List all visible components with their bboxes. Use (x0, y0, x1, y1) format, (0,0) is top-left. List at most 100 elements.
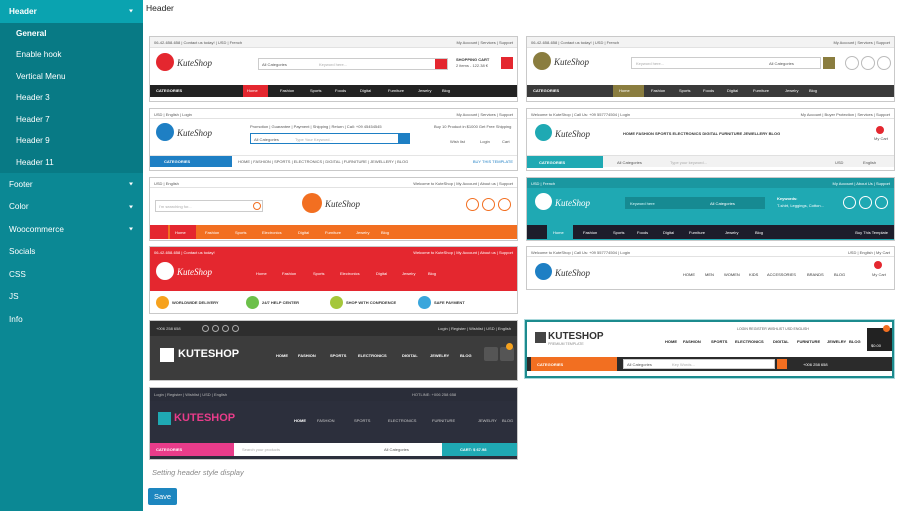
search-icon (484, 347, 498, 361)
cart-count-badge (874, 261, 882, 269)
nav-item: Fashion (205, 230, 220, 235)
nav-item: ACCESSORIES (767, 272, 796, 277)
sidebar-item-js[interactable]: JS (0, 286, 143, 309)
nav-item: Furniture (325, 230, 342, 235)
sidebar-subitem-header-3[interactable]: Header 3 (0, 87, 143, 109)
nav-item: BRANDS (807, 272, 824, 277)
search-box[interactable]: I'm searching for... (155, 200, 263, 212)
topbar-text: Welcome to KuteShop | Call Us: +09 55777… (531, 112, 631, 117)
cart-logo-icon (156, 262, 174, 280)
cart-logo-icon (156, 53, 174, 71)
header-style-option-4[interactable]: Welcome to KuteShop | Call Us: +09 55777… (526, 108, 895, 171)
app: Header General Enable hook Vertical Menu… (0, 0, 900, 511)
cart-logo-icon (156, 123, 174, 141)
nav-categories: CATEGORIES (156, 88, 183, 93)
header-style-option-9[interactable]: +006 258 658 Login | Register | Wishlist… (149, 320, 518, 381)
compare-icon (877, 56, 891, 70)
topbar: Welcome to KuteShop | Call Us: +09 55777… (527, 109, 894, 119)
sidebar-item-label: CSS (9, 269, 26, 279)
tagline: PREMIUM TEMPLATE (548, 342, 584, 346)
topbar-text: Welcome to KuteShop | Call Us: +09 55777… (531, 250, 631, 255)
header-style-option-5[interactable]: USD | English Welcome to KuteShop | My A… (149, 177, 518, 241)
my-cart-link: My Cart (872, 272, 886, 277)
sidebar-item-label: Header 7 (16, 114, 50, 124)
nav-item: Fashion (583, 230, 598, 235)
cart-label: SHOPPING CART (456, 57, 490, 62)
sidebar-subitem-general[interactable]: General (0, 22, 143, 44)
sidebar-item-label: Header 3 (16, 93, 50, 103)
nav-item: FASHION (298, 353, 316, 358)
settings-sidebar: Header General Enable hook Vertical Menu… (0, 0, 143, 511)
nav-item: Furniture (753, 88, 770, 93)
cart-logo-icon (158, 412, 171, 425)
cart-total: CART: $ 67.98 (460, 447, 487, 452)
nav-bar: CATEGORIES Home Fashion Sports Foods Dig… (527, 85, 894, 97)
header-style-option-2[interactable]: 06-42-658-658 | Contact us today! | USD … (526, 36, 895, 102)
search-placeholder: Keyword here... (319, 62, 348, 67)
sidebar-item-label: Header (9, 6, 37, 16)
nav-item: Jewelry (402, 271, 416, 276)
cart-count-badge (883, 325, 890, 332)
sidebar-subitem-header-7[interactable]: Header 7 (0, 108, 143, 130)
sidebar-subitem-header-11[interactable]: Header 11 (0, 151, 143, 173)
sidebar-item-color[interactable]: Color (0, 196, 143, 219)
topbar-links: My Account | Services | Support (456, 40, 513, 45)
nav-item: Foods (703, 88, 715, 93)
header-style-option-7[interactable]: 06-42-658-658 | Contact us today! Welcom… (149, 246, 518, 314)
sidebar-item-info[interactable]: Info (0, 308, 143, 331)
nav-item: HOME (276, 353, 288, 358)
phone-number: +006 258 658 (803, 362, 828, 367)
nav-bar: CATEGORIES All Categories Key Words... +… (527, 357, 892, 371)
sidebar-item-socials[interactable]: Socials (0, 241, 143, 264)
topbar-links: Welcome to KuteShop | My Account | About… (413, 250, 513, 255)
search-icon (435, 59, 447, 69)
cart-icon (845, 56, 859, 70)
sidebar-item-label: Socials (9, 247, 36, 257)
topbar: USD | English Welcome to KuteShop | My A… (150, 178, 517, 188)
nav-item: BLOG (502, 418, 514, 423)
header-style-option-3[interactable]: USD | English | Login My Account | Servi… (149, 108, 518, 171)
cart-icon (466, 198, 479, 211)
header-style-option-1[interactable]: 06-42-658-658 | Contact us today! | USD … (149, 36, 518, 102)
search-box[interactable]: Keyword here... All Categories (631, 57, 821, 69)
sidebar-item-footer[interactable]: Footer (0, 173, 143, 196)
nav-item: SPORTS (711, 339, 728, 344)
nav-item: Home (175, 230, 186, 235)
nav-item: JEWELRY (478, 418, 497, 423)
search-icon (777, 359, 787, 369)
nav-bar: CATEGORIES HOME | FASHION | SPORTS | ELE… (150, 155, 517, 167)
search-icon (253, 202, 261, 210)
nav-item: Digital (360, 88, 372, 93)
header-style-option-10-selected[interactable]: LOGIN REGISTER WISHLIST USD ENGLISH KUTE… (525, 320, 894, 378)
currency-select: USD (835, 160, 844, 165)
save-button[interactable]: Save (148, 488, 177, 505)
topbar-links: My Account | Buyer Protection | Services… (800, 112, 890, 117)
nav-item: BLOG (834, 272, 846, 277)
nav-item: FURNITURE (797, 339, 821, 344)
nav-item: JEWELRY (430, 353, 450, 358)
nav-item: Electronics (262, 230, 282, 235)
search-box[interactable]: All Categories Keyword here... (258, 58, 448, 70)
cart-logo-icon (535, 193, 552, 210)
header-style-option-8[interactable]: Welcome to KuteShop | Call Us: +09 55777… (526, 246, 895, 290)
search-box[interactable]: All Categories Type Your Keyword... (250, 133, 410, 144)
sidebar-item-header[interactable]: Header (0, 0, 143, 23)
sidebar-subitem-vertical-menu[interactable]: Vertical Menu (0, 65, 143, 87)
search-icon (398, 134, 409, 143)
my-cart-link: My Cart (874, 136, 888, 141)
page-title: Header (146, 3, 174, 13)
nav-item: Jewelry (356, 230, 370, 235)
search-placeholder: Type your keyword... (670, 160, 707, 165)
cart-logo-icon (160, 348, 174, 362)
cart-count-badge (506, 343, 513, 350)
sidebar-subitem-enable-hook[interactable]: Enable hook (0, 44, 143, 66)
sidebar-item-woocommerce[interactable]: Woocommerce (0, 218, 143, 241)
nav-item: Digital (727, 88, 739, 93)
search-box[interactable]: All Categories Key Words... (623, 359, 775, 369)
nav-item: ELECTRONICS (388, 418, 417, 423)
header-style-option-11[interactable]: Login | Register | Wishlist | USD | Engl… (149, 387, 518, 460)
sidebar-subitem-header-9[interactable]: Header 9 (0, 130, 143, 152)
header-style-option-6[interactable]: USD | French My Account | About Us | Sup… (526, 177, 895, 241)
sidebar-item-css[interactable]: CSS (0, 263, 143, 286)
search-box[interactable]: Keyword here All Categories (625, 197, 765, 209)
